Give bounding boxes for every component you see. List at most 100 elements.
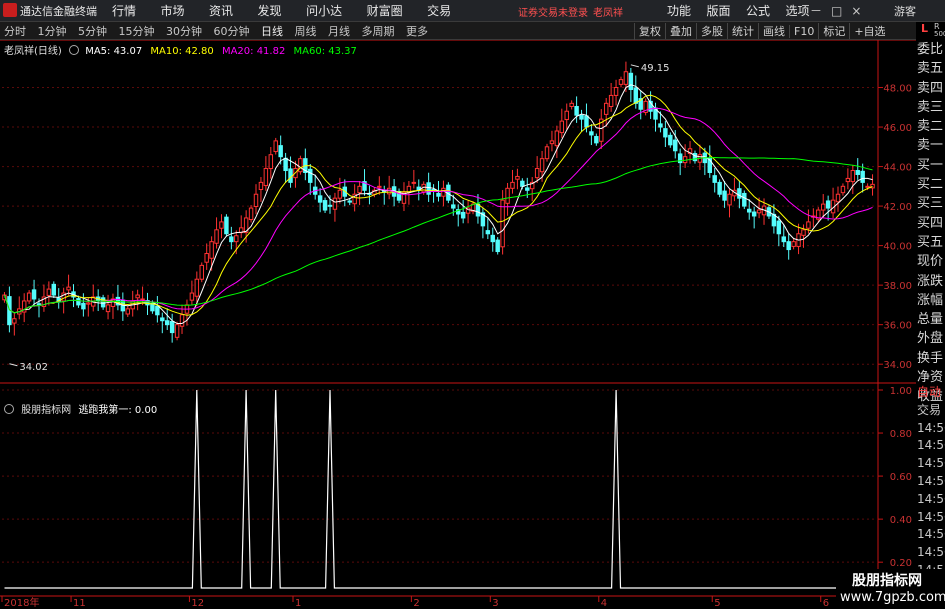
- candle-body: [850, 170, 856, 183]
- candle-body: [737, 188, 742, 199]
- trade-label: 14:56: [917, 545, 945, 560]
- menu-item-formula[interactable]: 公式: [746, 2, 770, 19]
- legend-ma10: MA10: 42.80: [150, 46, 214, 57]
- period-1min[interactable]: 1分钟: [38, 23, 67, 39]
- period-multi[interactable]: 多周期: [362, 23, 395, 39]
- menu-item-options[interactable]: 选项: [786, 2, 810, 19]
- annotation-label: 34.02: [19, 362, 48, 373]
- candle-body: [268, 154, 274, 170]
- guest-label[interactable]: 游客: [894, 3, 916, 19]
- candle-body: [86, 302, 91, 305]
- tool-statistics[interactable]: 统计: [727, 23, 758, 39]
- tool-multi-stock[interactable]: 多股: [696, 23, 727, 39]
- quote-label: 卖五: [917, 61, 944, 77]
- period-30min[interactable]: 30分钟: [166, 23, 202, 39]
- candle-body: [623, 71, 629, 85]
- tool-overlay[interactable]: 叠加: [665, 23, 696, 39]
- tool-adjust[interactable]: 复权: [634, 23, 665, 39]
- period-intraday[interactable]: 分时: [4, 23, 26, 39]
- candle-body: [258, 181, 264, 190]
- menu-item-wealth[interactable]: 财富圈: [367, 2, 403, 19]
- legend-ma5: MA5: 43.07: [85, 46, 143, 57]
- candle-body: [475, 203, 481, 217]
- period-monthly[interactable]: 月线: [328, 23, 350, 39]
- candle-body: [756, 209, 762, 214]
- period-60min[interactable]: 60分钟: [214, 23, 250, 39]
- price-tick-label: 44.00: [883, 163, 912, 174]
- menu-item-quotes[interactable]: 行情: [112, 2, 136, 19]
- legend-ma60: MA60: 43.37: [293, 46, 357, 57]
- date-tick-label: 3: [492, 598, 498, 609]
- period-15min[interactable]: 15分钟: [119, 23, 155, 39]
- close-icon[interactable]: ×: [851, 4, 861, 18]
- candle-body: [199, 264, 204, 280]
- settings-icon[interactable]: [69, 45, 79, 55]
- badge-number: 500: [934, 30, 945, 38]
- period-selector: 分时 1分钟 5分钟 15分钟 30分钟 60分钟 日线 周线 月线 多周期 更…: [4, 23, 436, 39]
- quote-label: 涨幅: [917, 292, 944, 308]
- price-tick-label: 36.00: [883, 321, 912, 332]
- menu-item-ask[interactable]: 问小达: [306, 2, 342, 19]
- candle-body: [377, 185, 382, 188]
- candle-body: [441, 187, 446, 197]
- period-weekly[interactable]: 周线: [295, 23, 317, 39]
- minimize-icon[interactable]: －: [810, 4, 822, 18]
- candle-body: [776, 220, 782, 235]
- candle-body: [801, 229, 806, 236]
- candle-body: [608, 94, 614, 107]
- main-menu: 行情 市场 资讯 发现 问小达 财富圈 交易: [112, 2, 472, 19]
- candle-body: [525, 187, 530, 191]
- candle-body: [174, 324, 180, 338]
- candle-body: [229, 236, 234, 243]
- stock-chart[interactable]: 48.00 46.00 44.00 42.00 40.00 38.00 36.00 34.00…: [0, 40, 916, 609]
- login-notice[interactable]: 证券交易未登录: [518, 4, 588, 19]
- period-5min[interactable]: 5分钟: [78, 23, 107, 39]
- price-tick-label: 48.00: [883, 84, 912, 95]
- period-more[interactable]: 更多: [406, 23, 428, 39]
- tool-mark[interactable]: 标记: [818, 23, 849, 39]
- indicator-tick-label: 0.80: [890, 429, 912, 440]
- quote-panel: 委比 卖五 卖四 卖三 卖二 卖一 买一 买二 买三 买四 买五 现价 涨跌 涨幅 总量 外盘 换手 净资 收益: [917, 40, 945, 407]
- menu-item-discover[interactable]: 发现: [258, 2, 282, 19]
- candle-body: [36, 303, 42, 306]
- candle-body: [603, 102, 609, 115]
- candle-body: [534, 168, 540, 179]
- candle-body: [347, 200, 352, 203]
- quote-label: 现价: [917, 254, 944, 270]
- menu-item-function[interactable]: 功能: [667, 2, 691, 19]
- candle-body: [569, 102, 574, 107]
- watermark-title: 股朋指标网: [852, 573, 922, 589]
- quote-label: 卖三: [917, 99, 944, 115]
- candle-body: [663, 128, 668, 138]
- trade-label: 14:56: [917, 527, 945, 542]
- period-daily[interactable]: 日线: [261, 23, 283, 39]
- menu-item-trade[interactable]: 交易: [427, 2, 451, 19]
- menu-item-layout[interactable]: 版面: [707, 2, 731, 19]
- app-title: 通达信金融终端: [20, 5, 97, 18]
- tool-f10[interactable]: F10: [789, 25, 818, 38]
- candle-body: [140, 298, 145, 301]
- trade-label[interactable]: 自动: [917, 383, 945, 401]
- settings-icon[interactable]: [4, 404, 14, 414]
- tool-add-watchlist[interactable]: +自选: [849, 23, 889, 39]
- candle-body: [628, 72, 634, 90]
- trade-label: 14:56: [917, 456, 945, 471]
- candle-body: [194, 278, 200, 297]
- candle-body: [825, 200, 831, 209]
- candle-body: [806, 221, 811, 229]
- tool-draw-line[interactable]: 画线: [758, 23, 789, 39]
- candle-body: [460, 211, 466, 219]
- menu-item-market[interactable]: 市场: [161, 2, 185, 19]
- candle-body: [510, 181, 515, 189]
- candle-body: [209, 241, 214, 259]
- maximize-icon[interactable]: □: [831, 4, 842, 18]
- candle-body: [31, 289, 37, 300]
- candle-body: [322, 200, 328, 211]
- quote-label: 卖一: [917, 138, 944, 154]
- price-tick-label: 38.00: [883, 281, 912, 292]
- menu-item-news[interactable]: 资讯: [209, 2, 233, 19]
- candle-body: [263, 168, 269, 187]
- panel-toggle[interactable]: L R 500: [917, 22, 945, 39]
- date-tick-label: 6: [823, 598, 829, 609]
- indicator-tick-label: 0.60: [890, 472, 912, 483]
